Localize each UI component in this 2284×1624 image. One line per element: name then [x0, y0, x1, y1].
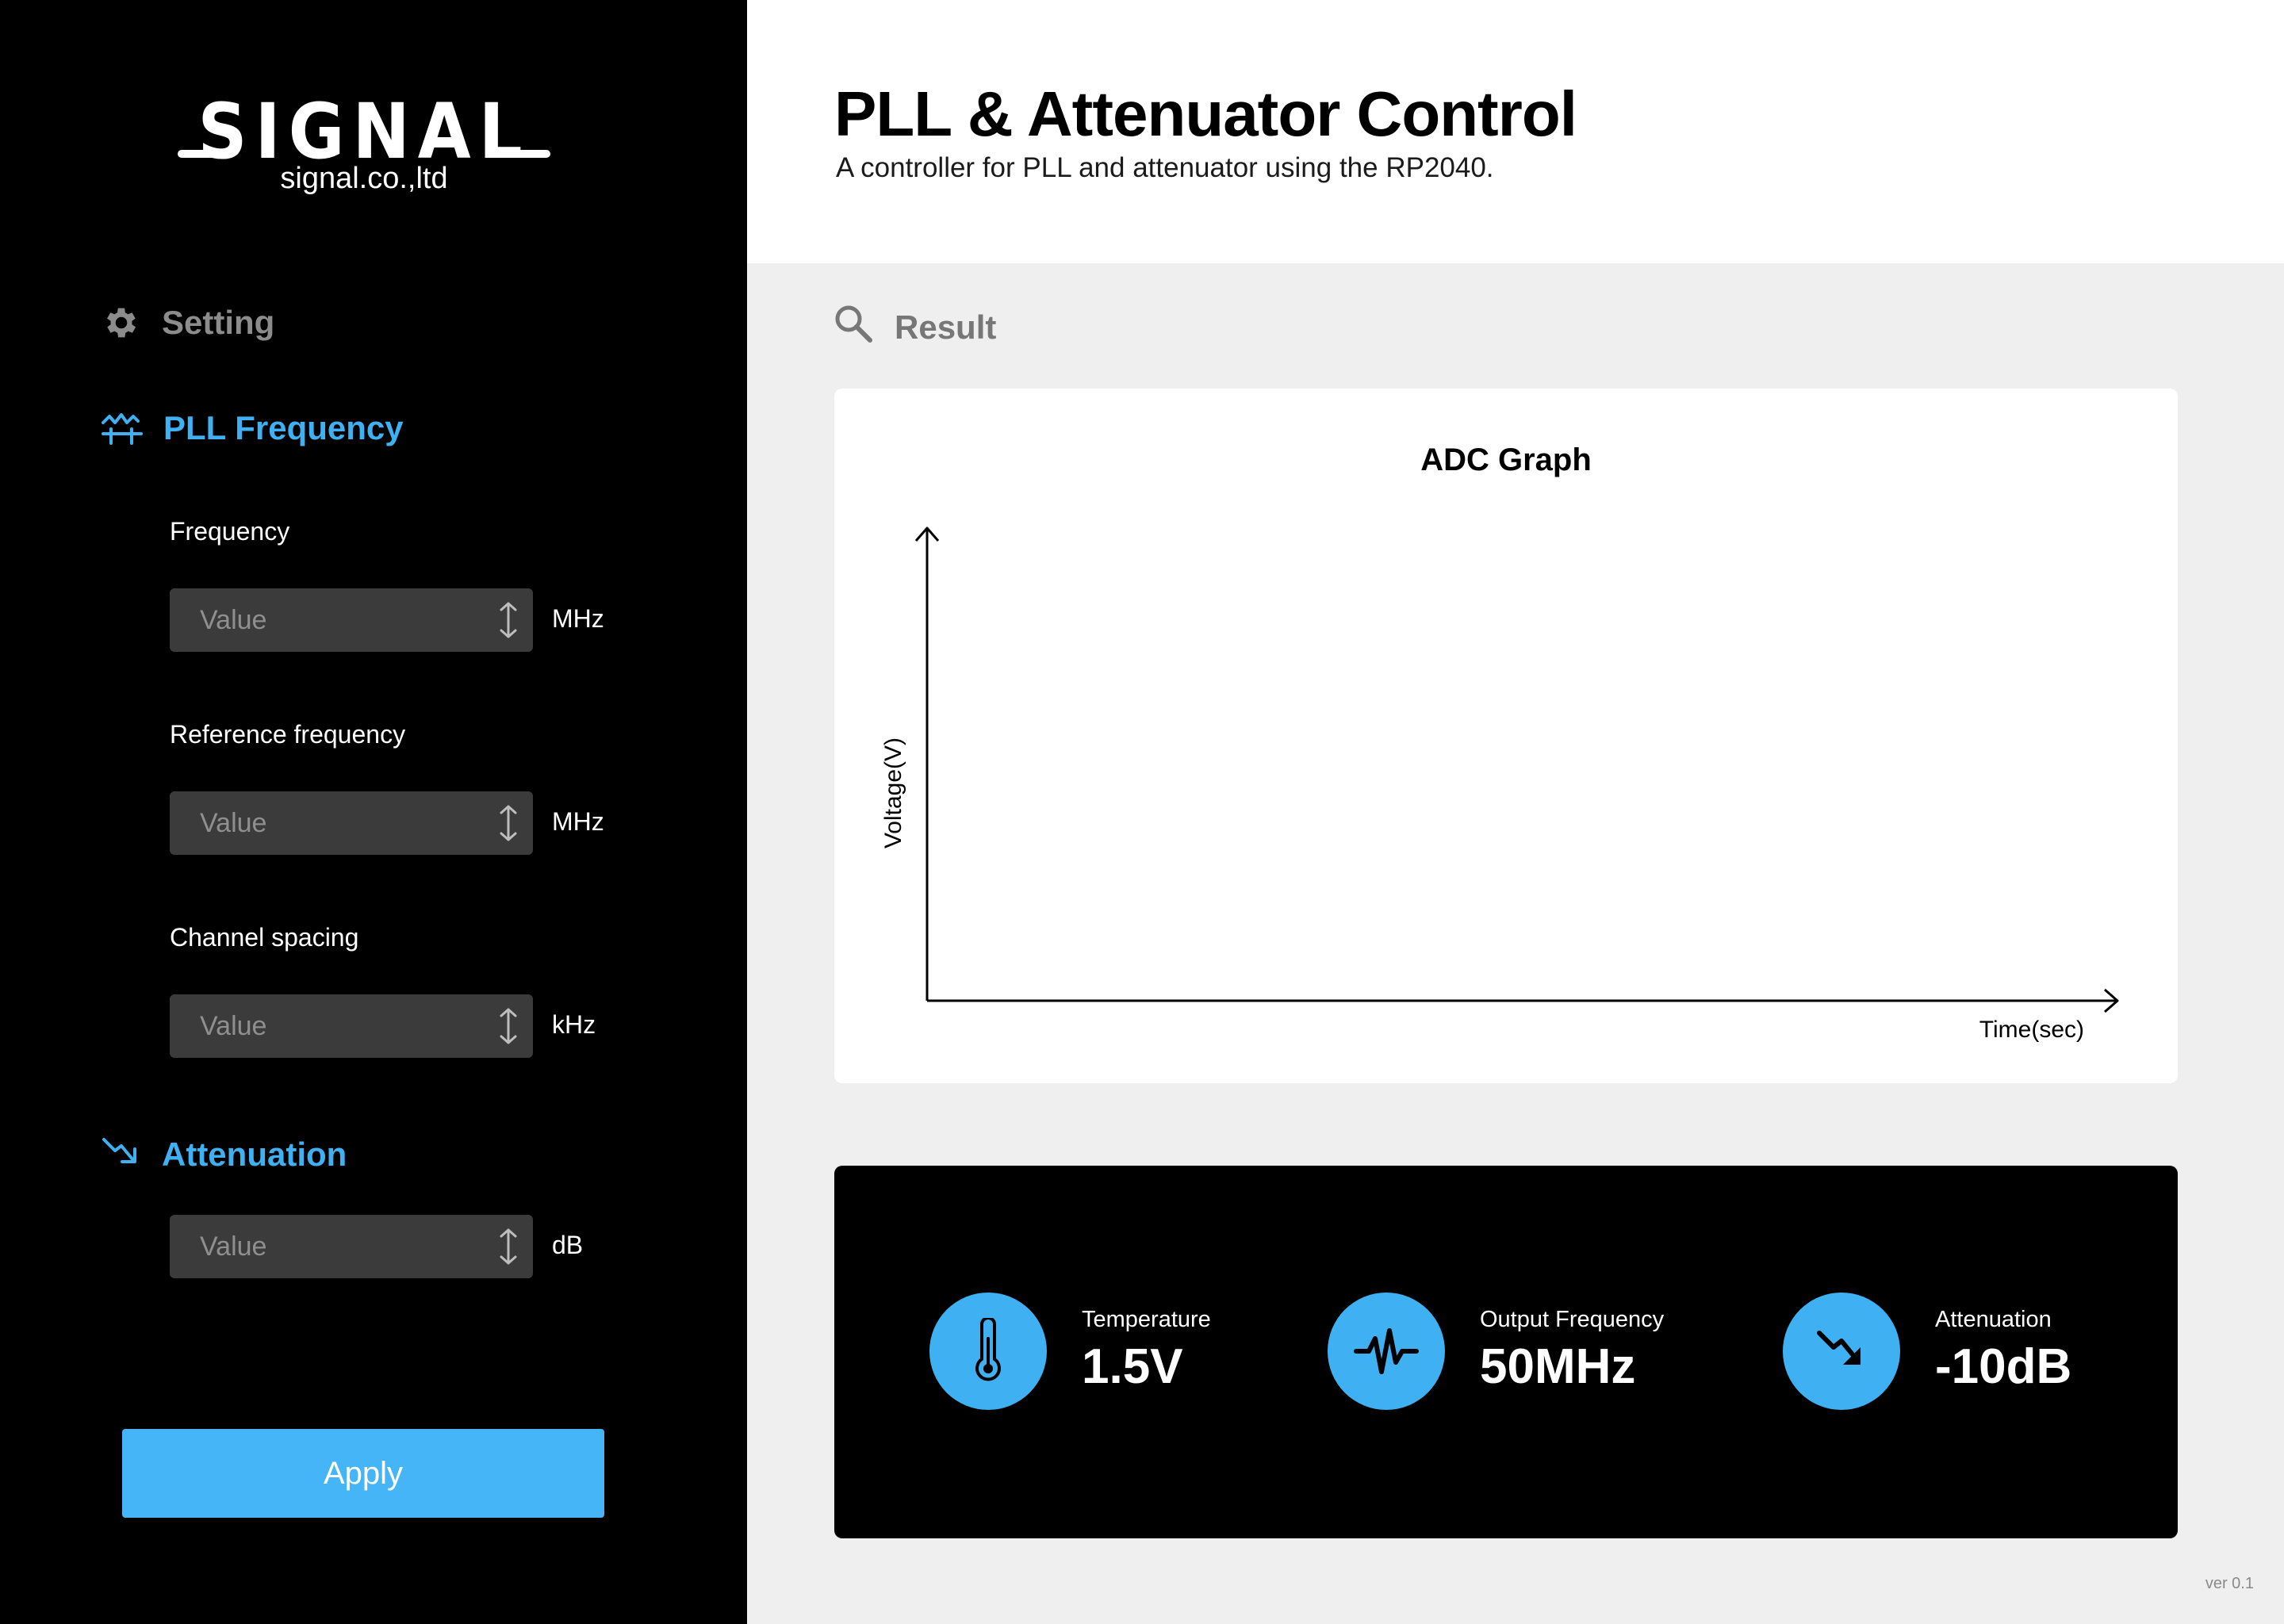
apply-button[interactable]: Apply [122, 1429, 604, 1518]
page-title: PLL & Attenuator Control [834, 79, 1577, 149]
temperature-label: Temperature [1082, 1307, 1211, 1332]
channel-spacing-stepper[interactable] [170, 994, 533, 1058]
output-frequency-value: 50MHz [1480, 1339, 1636, 1394]
attenuation-label: Attenuation [162, 1136, 347, 1173]
attenuation-section-header: Attenuation [102, 1136, 347, 1174]
gear-icon [102, 303, 141, 343]
frequency-unit: MHz [552, 604, 604, 633]
reference-frequency-stepper[interactable] [170, 791, 533, 855]
result-label: Result [895, 308, 997, 346]
attenuation-input[interactable] [200, 1215, 469, 1278]
pll-wave-icon [102, 410, 143, 446]
channel-spacing-label: Channel spacing [170, 923, 359, 952]
graph-axes [914, 527, 2119, 1013]
reference-frequency-unit: MHz [552, 807, 604, 836]
pll-section-header: PLL Frequency [102, 409, 404, 447]
version-label: ver 0.1 [2205, 1575, 2254, 1592]
reference-frequency-label: Reference frequency [170, 720, 406, 749]
attenuation-stat-value: -10dB [1935, 1339, 2072, 1394]
company-name: signal.co.,ltd [280, 162, 448, 195]
channel-spacing-input[interactable] [200, 994, 469, 1058]
channel-spacing-unit: kHz [552, 1010, 596, 1039]
attenuation-stepper[interactable] [170, 1215, 533, 1278]
reference-frequency-input[interactable] [200, 791, 469, 855]
pll-frequency-label: PLL Frequency [163, 409, 404, 446]
stepper-arrows-icon[interactable] [498, 1007, 519, 1049]
page-subtitle: A controller for PLL and attenuator usin… [836, 152, 1494, 183]
temperature-value: 1.5V [1082, 1339, 1183, 1394]
stepper-arrows-icon[interactable] [498, 601, 519, 643]
setting-section-header: Setting [102, 303, 274, 343]
sidebar: SIGNAL signal.co.,ltd Setting PLL Freque… [0, 0, 747, 1624]
attenuation-stat-label: Attenuation [1935, 1307, 2052, 1332]
frequency-input[interactable] [200, 588, 469, 652]
trend-down-icon [102, 1136, 141, 1173]
page-header: PLL & Attenuator Control A controller fo… [747, 0, 2284, 263]
output-frequency-label: Output Frequency [1480, 1307, 1665, 1332]
adc-graph-card: ADC Graph Voltage(V) Time(sec) [834, 389, 2178, 1083]
stats-card: Temperature 1.5V Output Frequency 50MHz … [834, 1166, 2178, 1538]
result-section-header: Result [833, 303, 996, 352]
search-icon [833, 303, 874, 352]
setting-label: Setting [162, 304, 275, 341]
stepper-arrows-icon[interactable] [498, 1228, 519, 1270]
trend-down-icon [1783, 1293, 1900, 1410]
logo-line-right [501, 150, 550, 158]
frequency-label: Frequency [170, 517, 290, 546]
attenuation-unit: dB [552, 1231, 584, 1259]
frequency-stepper[interactable] [170, 588, 533, 652]
thermometer-icon [929, 1293, 1047, 1410]
stepper-arrows-icon[interactable] [498, 804, 519, 846]
waveform-icon [1328, 1293, 1445, 1410]
x-axis-label: Time(sec) [1979, 1017, 2084, 1043]
signal-logo: SIGNAL signal.co.,ltd [178, 87, 550, 200]
y-axis-label: Voltage(V) [880, 737, 906, 849]
